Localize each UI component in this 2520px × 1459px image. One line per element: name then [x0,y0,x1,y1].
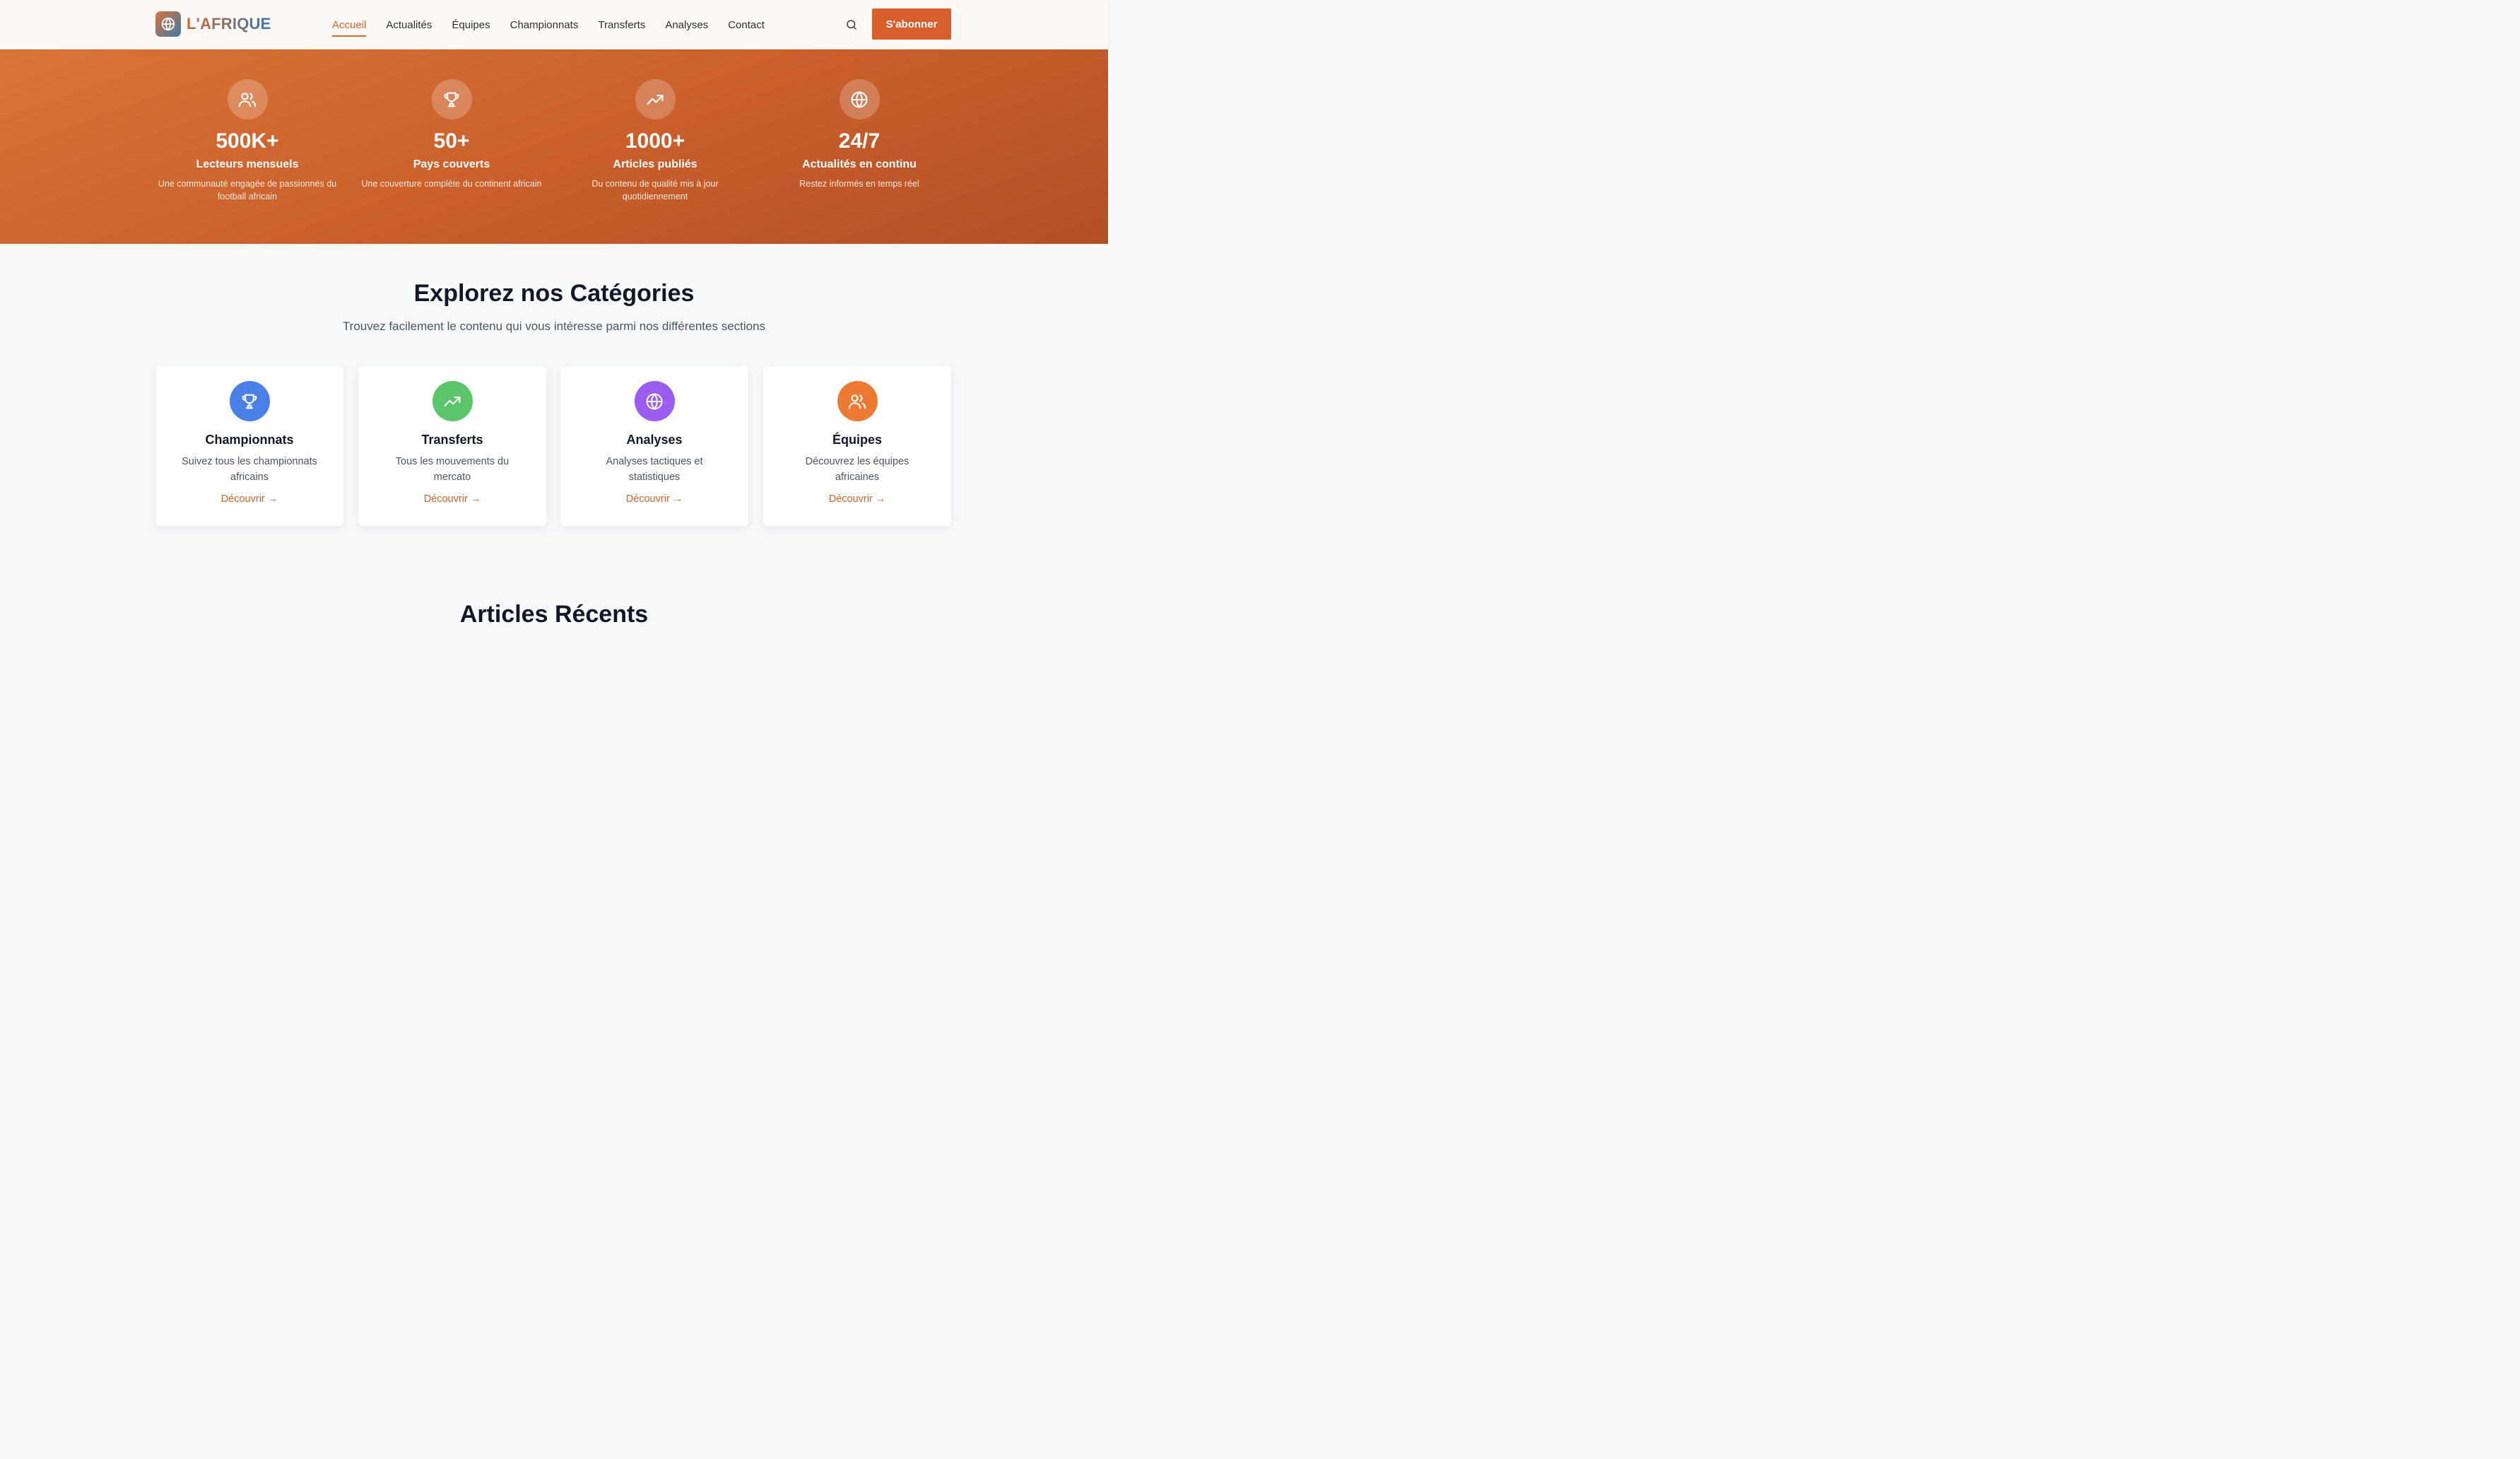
nav-transferts[interactable]: Transferts [598,15,645,35]
category-card-transferts[interactable]: Transferts Tous les mouvements du mercat… [358,366,546,526]
trophy-icon [229,381,270,421]
category-card-equipes[interactable]: Équipes Découvrez les équipes africaines… [763,366,951,526]
stat-label: Articles publiés [613,158,697,170]
users-icon [227,79,268,119]
discover-link[interactable]: Découvrir → [424,493,481,505]
categories-subtitle: Trouvez facilement le contenu qui vous i… [342,320,766,333]
brand-name: L'AFRIQUE [187,15,271,33]
card-title: Équipes [832,433,882,447]
globe-icon [839,79,880,119]
stat-value: 50+ [433,129,470,153]
search-icon[interactable] [843,16,860,33]
stat-value: 1000+ [625,129,685,153]
trending-up-icon [432,381,473,421]
nav-analyses[interactable]: Analyses [665,15,708,35]
nav-equipes[interactable]: Équipes [452,15,490,35]
category-card-analyses[interactable]: Analyses Analyses tactiques et statistiq… [560,366,748,526]
discover-link[interactable]: Découvrir → [221,493,278,505]
category-card-championnats[interactable]: Championnats Suivez tous les championnat… [155,366,343,526]
brand-logo[interactable]: L'AFRIQUE [155,11,271,37]
nav-accueil[interactable]: Accueil [332,15,367,37]
trending-up-icon [635,79,676,119]
card-description: Tous les mouvements du mercato [395,456,510,483]
stat-news: 24/7 Actualités en continu Restez inform… [764,79,955,190]
discover-link[interactable]: Découvrir → [626,493,683,505]
nav-contact[interactable]: Contact [728,15,765,35]
stat-label: Pays couverts [413,158,490,170]
users-icon [837,381,878,421]
stats-section: 500K+ Lecteurs mensuels Une communauté e… [0,49,1108,244]
card-title: Transferts [421,433,483,447]
recent-articles-title: Articles Récents [459,601,649,628]
card-title: Championnats [205,433,294,447]
stat-description: Du contenu de qualité mis à jour quotidi… [591,179,719,201]
discover-link[interactable]: Découvrir → [829,493,886,505]
stat-description: Une communauté engagée de passionnés du … [158,179,337,201]
nav-actualites[interactable]: Actualités [386,15,432,35]
card-description: Analyses tactiques et statistiques [606,456,703,483]
card-description: Suivez tous les championnats africains [182,456,317,483]
trophy-icon [431,79,472,119]
stat-description: Restez informés en temps réel [799,179,919,189]
stat-label: Actualités en continu [802,158,917,170]
globe-icon [634,381,675,421]
subscribe-button[interactable]: S'abonner [872,8,951,40]
globe-icon [155,11,181,37]
card-description: Découvrez les équipes africaines [805,456,909,483]
stat-value: 24/7 [838,129,881,153]
site-header: L'AFRIQUE Accueil Actualités Équipes Cha… [0,0,1108,49]
stat-articles: 1000+ Articles publiés Du contenu de qua… [560,79,750,203]
stat-description: Une couverture complète du continent afr… [361,179,542,189]
nav-championnats[interactable]: Championnats [510,15,579,35]
categories-title: Explorez nos Catégories [413,280,695,307]
stat-label: Lecteurs mensuels [196,158,299,170]
main-nav: Accueil Actualités Équipes Championnats … [332,0,765,49]
stat-value: 500K+ [216,129,279,153]
stat-readers: 500K+ Lecteurs mensuels Une communauté e… [152,79,343,203]
card-title: Analyses [626,433,683,447]
stat-countries: 50+ Pays couverts Une couverture complèt… [356,79,547,190]
